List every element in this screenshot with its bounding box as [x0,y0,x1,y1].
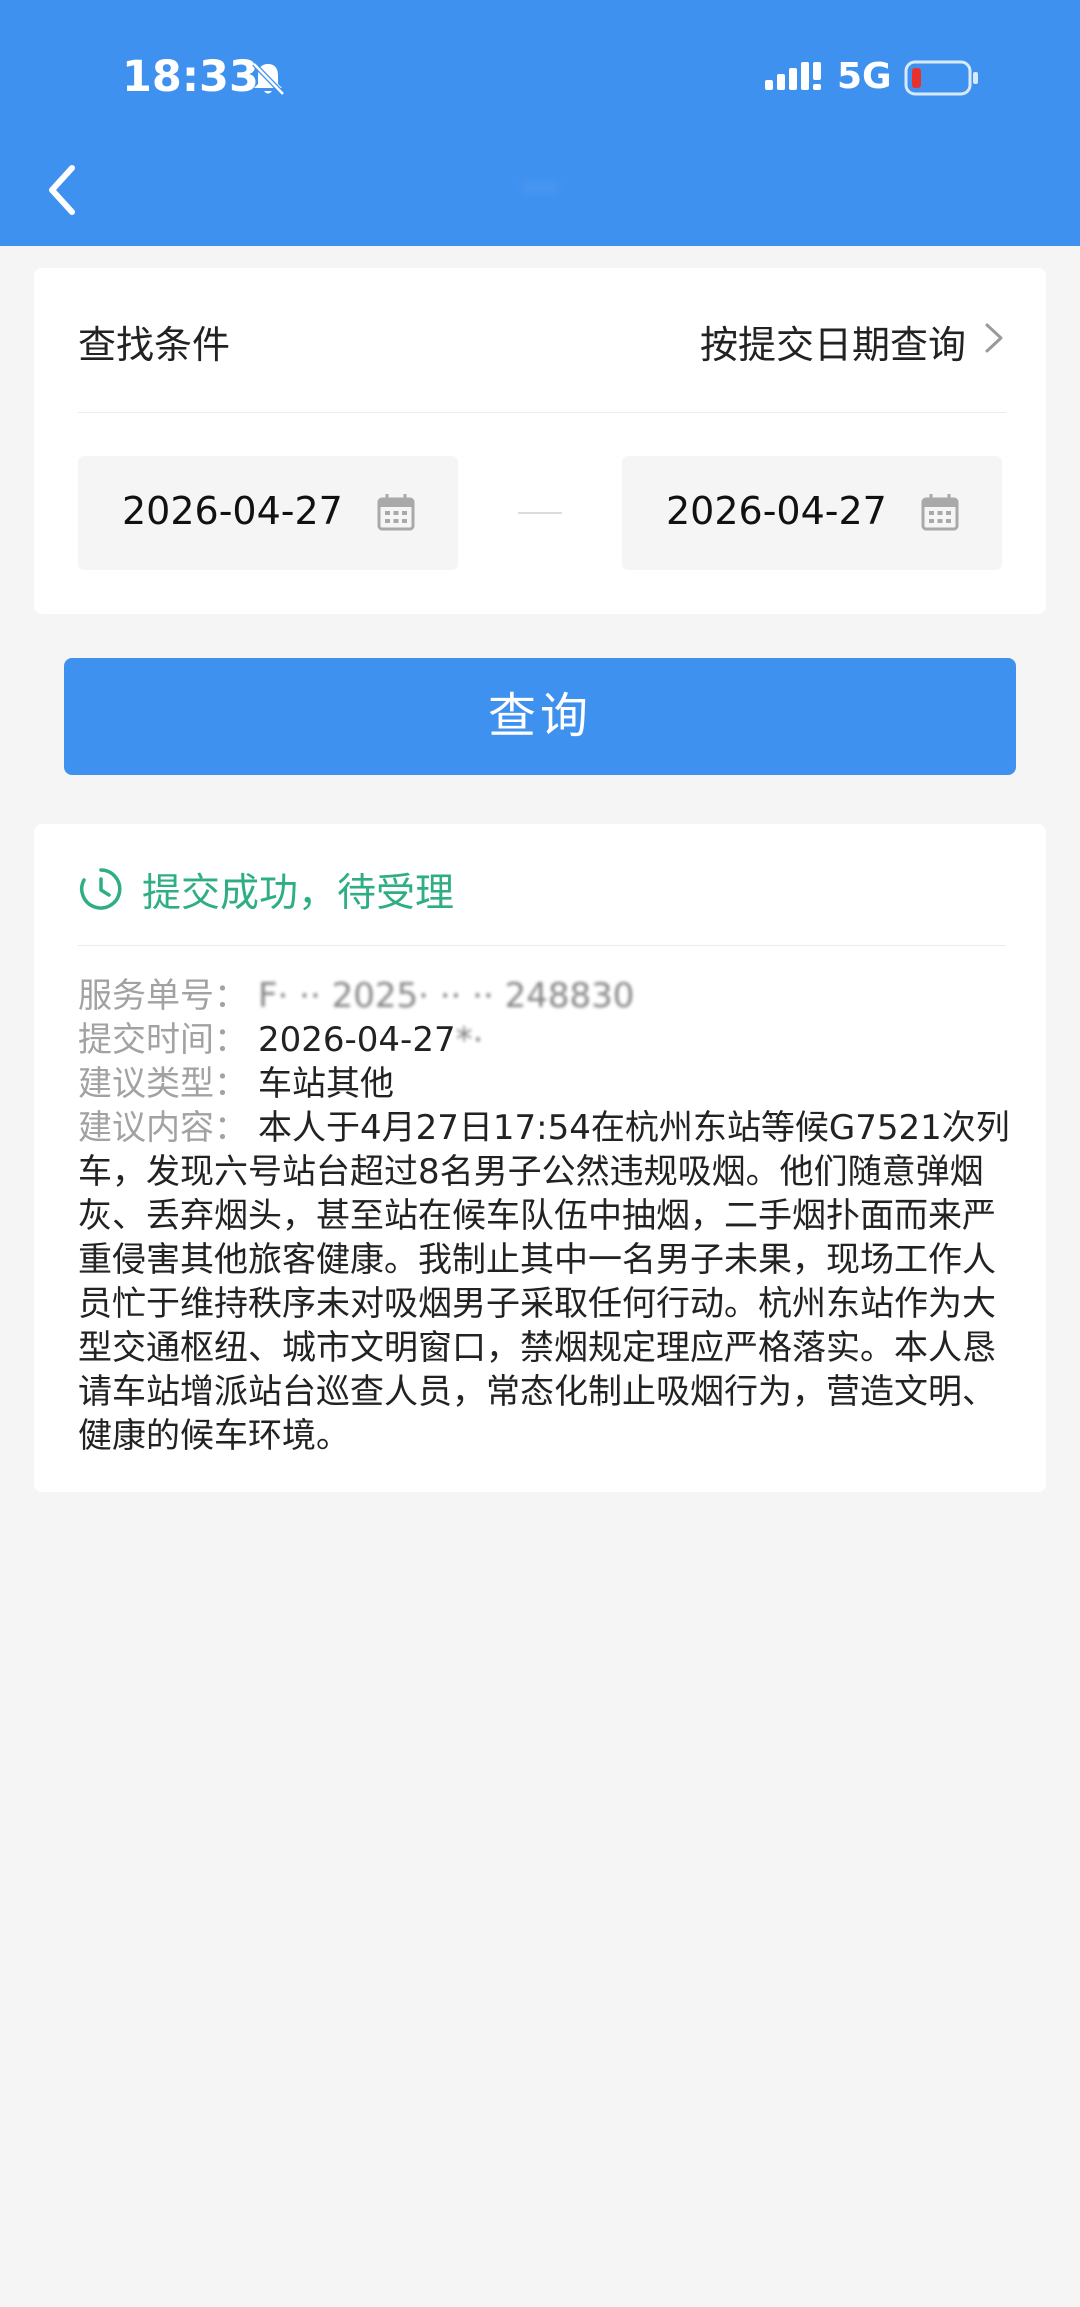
calendar-icon [921,494,959,531]
start-date-picker[interactable]: 2026-04-27 [78,456,458,570]
type-value: 车站其他 [258,1064,394,1104]
clock-icon [80,868,122,910]
date-range-separator [518,512,562,514]
query-card: 查找条件 按提交日期查询 2026-04-27 2026-04-27 [34,268,1046,614]
service-no-value: F· ·· 2025· ·· ·· 248830 [258,976,635,1016]
query-button[interactable]: 查询 [64,658,1016,775]
info-row-submit-time: 提交时间： 2026-04-27 *· [78,1018,1028,1062]
calendar-icon [377,494,415,531]
page-title: ··· [521,166,559,210]
network-label: 5G [837,56,892,97]
criteria-label: 查找条件 [78,323,231,367]
signal-icon [765,62,821,90]
type-label: 建议类型： [78,1064,248,1104]
content-paragraph: 建议内容： 本人于4月27日17:54在杭州东站等候G7521次列车，发现六号站台… [78,1106,1028,1458]
submission-details: 服务单号： F· ·· 2025· ·· ·· 248830 提交时间： 202… [78,974,1028,1458]
submit-time-masked: *· [455,1020,484,1060]
criteria-selector[interactable]: 按提交日期查询 [700,314,966,369]
result-card[interactable]: 提交成功，待受理 服务单号： F· ·· 2025· ·· ·· 248830 … [34,824,1046,1492]
service-no-label: 服务单号： [78,976,248,1016]
content-label: 建议内容： [78,1108,248,1148]
info-row-service-no: 服务单号： F· ·· 2025· ·· ·· 248830 [78,974,1028,1018]
status-time: 18:33 [122,52,259,102]
content-value: 本人于4月27日17:54在杭州东站等候G7521次列车，发现六号站台超过8名男… [78,1108,1010,1456]
battery-icon [904,60,978,96]
status-row: 提交成功，待受理 [78,824,1006,946]
chevron-right-icon [985,323,1003,353]
app-header: 18:33 5G ··· [0,0,1080,246]
criteria-row[interactable]: 查找条件 按提交日期查询 [78,268,1006,413]
end-date-picker[interactable]: 2026-04-27 [622,456,1002,570]
bell-off-icon [252,62,285,96]
end-date-value: 2026-04-27 [666,489,887,533]
status-badge: 提交成功，待受理 [142,871,455,916]
submit-time-label: 提交时间： [78,1020,248,1060]
back-icon[interactable] [40,160,84,220]
submit-time-value: 2026-04-27 [258,1020,456,1060]
info-row-type: 建议类型： 车站其他 [78,1062,1028,1106]
start-date-value: 2026-04-27 [122,489,343,533]
